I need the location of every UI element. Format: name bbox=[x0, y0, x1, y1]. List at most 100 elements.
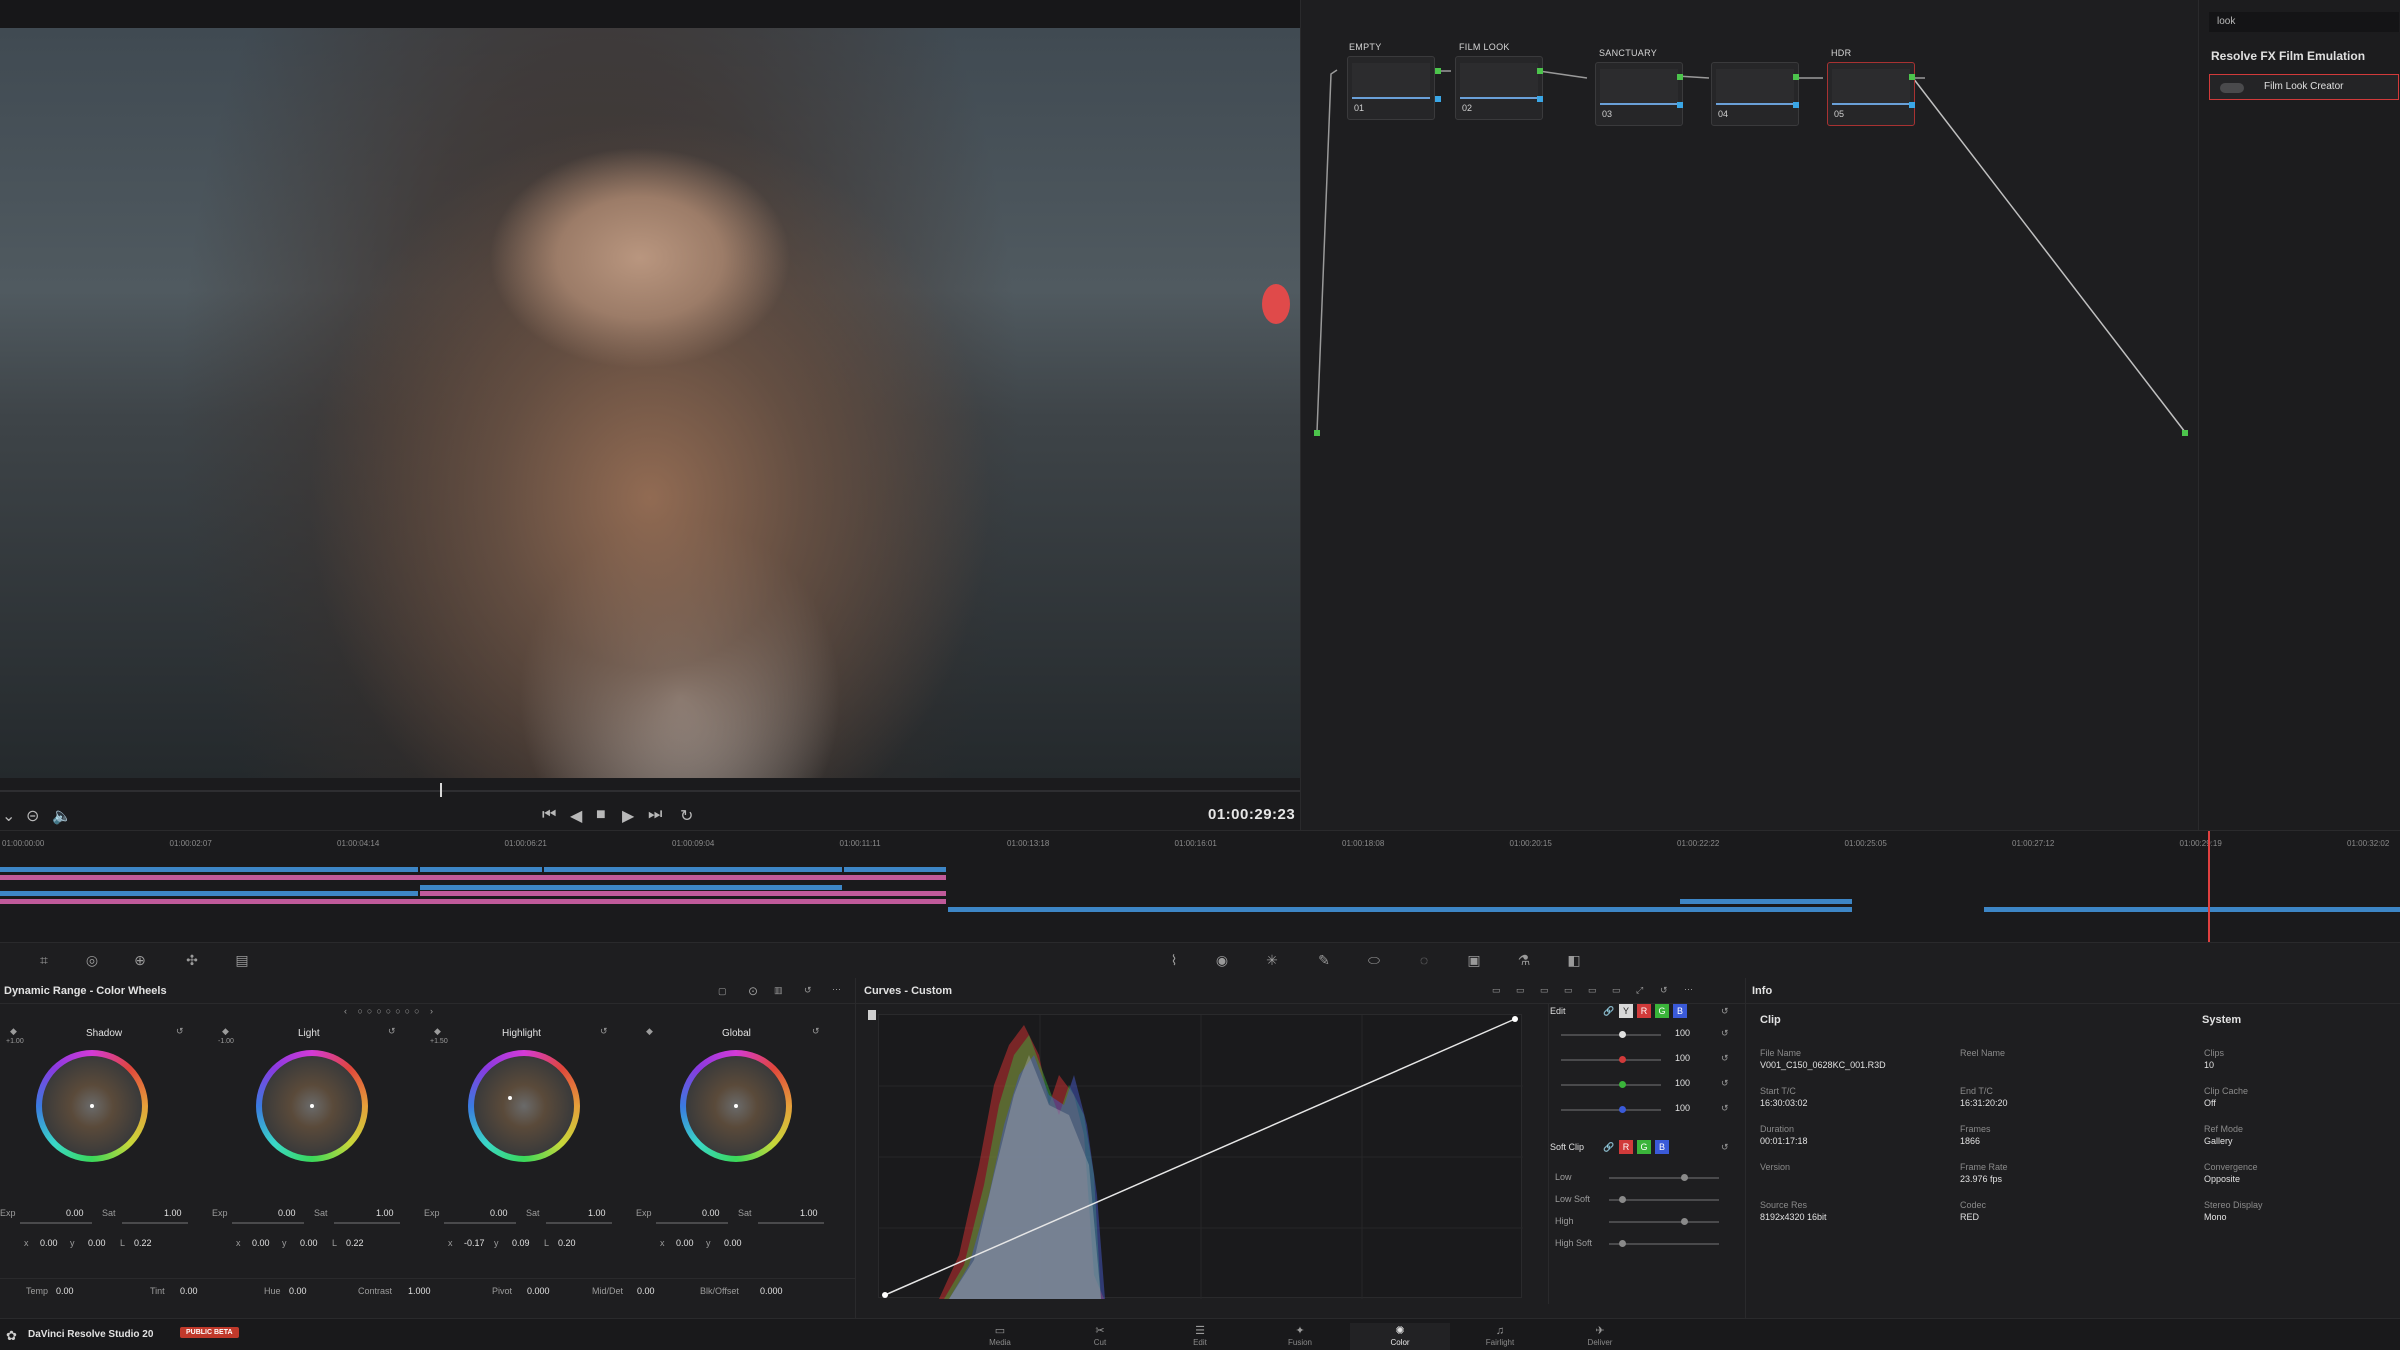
sat-value[interactable]: 1.00 bbox=[588, 1208, 606, 1218]
intensity-slider[interactable] bbox=[1561, 1109, 1661, 1111]
wheel-enable-icon[interactable]: ◆ bbox=[222, 1026, 229, 1037]
reverse-play-icon[interactable]: ◀ bbox=[570, 806, 582, 826]
timeline-clip[interactable] bbox=[1680, 899, 1852, 904]
node-output-port[interactable] bbox=[1435, 68, 1441, 74]
viewer-scrub-head[interactable] bbox=[440, 783, 442, 797]
channel-b-button[interactable]: B bbox=[1673, 1004, 1687, 1018]
exp-slider[interactable] bbox=[444, 1222, 516, 1224]
color-wheel[interactable] bbox=[680, 1050, 792, 1162]
x-value[interactable]: 0.00 bbox=[676, 1238, 694, 1248]
node-key-port[interactable] bbox=[1537, 96, 1543, 102]
page-tab-media[interactable]: ▭ Media bbox=[950, 1323, 1050, 1350]
timeline-clip[interactable] bbox=[948, 907, 1852, 912]
exp-slider[interactable] bbox=[232, 1222, 304, 1224]
node-01[interactable]: 01 bbox=[1347, 56, 1435, 120]
soft-clip-handle[interactable] bbox=[1681, 1218, 1688, 1225]
soft-clip-g-button[interactable]: G bbox=[1637, 1140, 1651, 1154]
loop-playback-icon[interactable]: ↻ bbox=[680, 806, 693, 826]
adjustment-value[interactable]: 0.00 bbox=[56, 1286, 74, 1296]
page-tab-fusion[interactable]: ✦ Fusion bbox=[1250, 1323, 1350, 1350]
timeline-clip[interactable] bbox=[0, 875, 946, 880]
adjustment-value[interactable]: 0.00 bbox=[180, 1286, 198, 1296]
x-value[interactable]: 0.00 bbox=[40, 1238, 58, 1248]
y-value[interactable]: 0.00 bbox=[724, 1238, 742, 1248]
more-options-icon[interactable]: ⋯ bbox=[832, 984, 841, 995]
wheel-enable-icon[interactable]: ◆ bbox=[434, 1026, 441, 1037]
node-02[interactable]: 02 bbox=[1455, 56, 1543, 120]
sat-value[interactable]: 1.00 bbox=[800, 1208, 818, 1218]
node-04[interactable]: 04 bbox=[1711, 62, 1799, 126]
intensity-slider[interactable] bbox=[1561, 1034, 1661, 1036]
y-value[interactable]: 0.00 bbox=[300, 1238, 318, 1248]
node-output-port[interactable] bbox=[1793, 74, 1799, 80]
hdr-icon[interactable]: ✣ bbox=[182, 951, 202, 969]
wheel-handle[interactable] bbox=[508, 1096, 512, 1100]
expand-icon[interactable]: ⤢ bbox=[1636, 985, 1643, 996]
reset-icon[interactable]: ↺ bbox=[804, 985, 812, 996]
node-05[interactable]: 05 bbox=[1827, 62, 1915, 126]
node-key-port[interactable] bbox=[1793, 102, 1799, 108]
go-to-start-icon[interactable]: ⏮ bbox=[542, 806, 556, 824]
output-port[interactable] bbox=[2182, 430, 2188, 436]
sat-value[interactable]: 1.00 bbox=[164, 1208, 182, 1218]
key-icon[interactable]: ◧ bbox=[1564, 951, 1584, 969]
channel-r-button[interactable]: R bbox=[1637, 1004, 1651, 1018]
play-icon[interactable]: ▶ bbox=[622, 806, 634, 826]
sat-value[interactable]: 1.00 bbox=[376, 1208, 394, 1218]
node-output-port[interactable] bbox=[1909, 74, 1915, 80]
l-value[interactable]: 0.22 bbox=[134, 1238, 152, 1248]
color-warper-icon[interactable]: ◉ bbox=[1212, 951, 1232, 969]
timeline-clip[interactable] bbox=[844, 867, 946, 872]
adjustment-value[interactable]: 1.000 bbox=[408, 1286, 431, 1296]
color-wheels-icon[interactable]: ⊕ bbox=[130, 951, 150, 969]
timeline-clip[interactable] bbox=[1984, 907, 2400, 912]
reset-icon[interactable]: ↺ bbox=[1660, 985, 1668, 996]
wheel-reset-icon[interactable]: ↺ bbox=[176, 1026, 184, 1037]
film-look-creator-item[interactable]: Film Look Creator bbox=[2209, 74, 2399, 100]
soft-clip-slider[interactable] bbox=[1609, 1177, 1719, 1179]
wheel-enable-icon[interactable]: ◆ bbox=[646, 1026, 653, 1037]
timeline-ruler[interactable]: 01:00:00:00 01:00:02:07 01:00:04:14 01:00:0… bbox=[0, 831, 2400, 851]
mini-timeline[interactable]: 01:00:00:00 01:00:02:07 01:00:04:14 01:00:0… bbox=[0, 830, 2400, 943]
intensity-slider[interactable] bbox=[1561, 1084, 1661, 1086]
node-output-port[interactable] bbox=[1537, 68, 1543, 74]
source-port[interactable] bbox=[1314, 430, 1320, 436]
effect-toggle-icon[interactable] bbox=[2220, 83, 2244, 93]
curve-tool-icon[interactable]: ▭ bbox=[1564, 985, 1573, 996]
exp-value[interactable]: 0.00 bbox=[490, 1208, 508, 1218]
intensity-value[interactable]: 100 bbox=[1675, 1103, 1690, 1113]
camera-raw-icon[interactable]: ⌗ bbox=[34, 951, 54, 969]
adjustment-value[interactable]: 0.00 bbox=[289, 1286, 307, 1296]
reset-icon[interactable]: ↺ bbox=[1721, 1078, 1729, 1089]
eyedropper-icon[interactable]: ✎ bbox=[1314, 951, 1334, 969]
x-value[interactable]: 0.00 bbox=[252, 1238, 270, 1248]
timeline-clip[interactable] bbox=[544, 867, 842, 872]
blur-icon[interactable]: ⚗ bbox=[1514, 951, 1534, 969]
page-tab-cut[interactable]: ✂ Cut bbox=[1050, 1323, 1150, 1350]
soft-clip-handle[interactable] bbox=[1619, 1196, 1626, 1203]
timeline-clip[interactable] bbox=[420, 891, 946, 896]
magic-mask-icon[interactable]: ▣ bbox=[1464, 951, 1484, 969]
intensity-value[interactable]: 100 bbox=[1675, 1028, 1690, 1038]
y-value[interactable]: 0.09 bbox=[512, 1238, 530, 1248]
bars-icon[interactable]: ▥ bbox=[774, 985, 783, 996]
viewer[interactable] bbox=[0, 28, 1300, 778]
wheel-enable-icon[interactable]: ◆ bbox=[10, 1026, 17, 1037]
curve-tool-icon[interactable]: ▭ bbox=[1612, 985, 1621, 996]
adjustment-value[interactable]: 0.000 bbox=[527, 1286, 550, 1296]
color-wheel[interactable] bbox=[36, 1050, 148, 1162]
exp-value[interactable]: 0.00 bbox=[278, 1208, 296, 1218]
viewer-options-icon[interactable]: ⌄ bbox=[2, 806, 15, 826]
volume-icon[interactable]: 🔈 bbox=[52, 806, 72, 826]
intensity-value[interactable]: 100 bbox=[1675, 1053, 1690, 1063]
sat-slider[interactable] bbox=[122, 1222, 188, 1224]
node-editor[interactable]: EMPTY 01 FILM LOOK 02 SANCTUARY 03 04 HD… bbox=[1300, 0, 2198, 830]
sat-slider[interactable] bbox=[334, 1222, 400, 1224]
curves-icon[interactable]: ⌇ bbox=[1164, 951, 1184, 969]
exp-slider[interactable] bbox=[656, 1222, 728, 1224]
viewer-scrub-bar[interactable] bbox=[0, 790, 1300, 792]
wheel-reset-icon[interactable]: ↺ bbox=[600, 1026, 608, 1037]
node-output-port[interactable] bbox=[1677, 74, 1683, 80]
link-icon[interactable]: 🔗 bbox=[1603, 1006, 1614, 1017]
l-value[interactable]: 0.22 bbox=[346, 1238, 364, 1248]
